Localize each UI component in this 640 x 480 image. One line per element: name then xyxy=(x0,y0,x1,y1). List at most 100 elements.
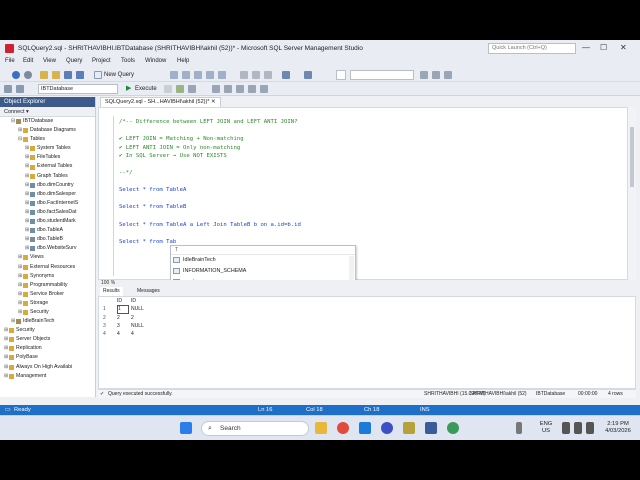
code-line[interactable] xyxy=(119,229,301,238)
maximize-button[interactable]: ☐ xyxy=(600,43,607,53)
tree-node[interactable]: ⊞ dbo.TableB xyxy=(0,235,95,244)
tree-node[interactable]: ⊞ dbo.factSalesDat xyxy=(0,208,95,217)
tree-node[interactable]: ⊞ External Tables xyxy=(0,162,95,171)
tree-node[interactable]: ⊞ dbo.dimCountry xyxy=(0,181,95,190)
execute-button[interactable]: Execute xyxy=(135,84,157,94)
tree-node[interactable]: ⊞ dbo.TableA xyxy=(0,226,95,235)
row-number[interactable]: 1 xyxy=(103,305,117,313)
menu-tools[interactable]: Tools xyxy=(121,58,135,64)
table-cell[interactable]: 1 xyxy=(117,305,129,314)
close-button[interactable]: ✕ xyxy=(620,43,627,53)
file-explorer-icon[interactable] xyxy=(315,422,327,434)
copy-icon[interactable] xyxy=(252,71,260,79)
edge-icon[interactable] xyxy=(359,422,371,434)
code-line[interactable] xyxy=(119,178,301,187)
tree-node[interactable]: ⊞ Management xyxy=(0,372,95,381)
connect-icon[interactable] xyxy=(4,85,12,93)
tree-node[interactable]: ⊞ Storage xyxy=(0,299,95,308)
intellisense-item[interactable]: IdleBrainTech xyxy=(171,255,355,266)
tree-node[interactable]: ⊟ Tables xyxy=(0,135,95,144)
code-line[interactable] xyxy=(119,212,301,221)
intellisense-item[interactable]: INFORMATION_SCHEMA xyxy=(171,266,355,277)
editor-scroll-thumb[interactable] xyxy=(630,127,634,187)
open-file-icon[interactable] xyxy=(52,71,60,79)
save-icon[interactable] xyxy=(64,71,72,79)
minimize-button[interactable]: — xyxy=(582,43,590,53)
clock[interactable]: 2:19 PM 4/03/2026 xyxy=(600,421,636,435)
tree-node[interactable]: ⊞ dbo.dimSalesper xyxy=(0,190,95,199)
paste-icon[interactable] xyxy=(264,71,272,79)
table-cell[interactable]: 4 xyxy=(131,330,145,338)
menu-view[interactable]: View xyxy=(43,58,56,64)
tree-node[interactable]: ⊞ dbo.WebsiteSurv xyxy=(0,244,95,253)
tree-node[interactable]: ⊞ Always On High Availabi xyxy=(0,363,95,372)
ssms-taskbar-icon[interactable] xyxy=(403,422,415,434)
tree-node[interactable]: ⊞ Replication xyxy=(0,344,95,353)
code-line[interactable]: ✔ In SQL Server → Use NOT EXISTS xyxy=(119,152,301,161)
chrome-icon[interactable] xyxy=(337,422,349,434)
table-row[interactable]: 3 3 NULL xyxy=(103,322,145,330)
properties-icon[interactable] xyxy=(432,71,440,79)
code-line[interactable]: /*-- Difference between LEFT JOIN and LE… xyxy=(119,118,301,127)
tree-node[interactable]: ⊞ IdleBrainTech xyxy=(0,317,95,326)
tree-node[interactable]: ⊞ Graph Tables xyxy=(0,172,95,181)
zoom-level[interactable]: 100 % xyxy=(98,280,636,287)
redo-icon[interactable] xyxy=(304,71,312,79)
outdent-icon[interactable] xyxy=(260,85,268,93)
code-line[interactable] xyxy=(119,127,301,136)
tab-sqlquery2[interactable]: SQLQuery2.sql - SH...HAVIBHI\akhil (52))… xyxy=(100,97,221,107)
change-connection-icon[interactable] xyxy=(16,85,24,93)
uncomment-icon[interactable] xyxy=(236,85,244,93)
tree-node[interactable]: ⊞ Programmability xyxy=(0,281,95,290)
code-line[interactable]: ✔ LEFT JOIN = Matching + Non-matching xyxy=(119,135,301,144)
forward-icon[interactable] xyxy=(24,71,32,79)
terminal-icon[interactable] xyxy=(425,422,437,434)
solution-platform-combo[interactable] xyxy=(350,70,414,80)
object-explorer-connect[interactable]: Connect ▾ xyxy=(0,107,95,117)
undo-icon[interactable] xyxy=(282,71,290,79)
volume-icon[interactable] xyxy=(574,422,582,434)
code-line[interactable]: Select * from TableB xyxy=(119,203,301,212)
tab-messages[interactable]: Messages xyxy=(134,287,163,296)
solution-config-combo[interactable] xyxy=(336,70,346,80)
menu-query[interactable]: Query xyxy=(66,58,82,64)
table-cell[interactable]: 2 xyxy=(117,314,131,322)
results-grid[interactable]: ID ID 1 1 NULL 2 2 2 3 3 NULL 4 4 4 xyxy=(103,297,145,338)
cut-icon[interactable] xyxy=(240,71,248,79)
tree-node[interactable]: ⊞ Security xyxy=(0,308,95,317)
tree-node[interactable]: ⊞ Security xyxy=(0,326,95,335)
chrome-profile-icon[interactable] xyxy=(447,422,459,434)
language-indicator[interactable]: ENG US xyxy=(536,421,556,435)
table-cell[interactable]: NULL xyxy=(131,322,145,330)
tree-node[interactable]: ⊞ Service Broker xyxy=(0,290,95,299)
tray-chevron-icon[interactable] xyxy=(516,422,522,434)
code-line[interactable]: --*/ xyxy=(119,169,301,178)
cancel-query-icon[interactable] xyxy=(164,85,172,93)
tree-node[interactable]: ⊞ dbo.studentMark xyxy=(0,217,95,226)
tree-node[interactable]: ⊞ dbo.FactInternetS xyxy=(0,199,95,208)
battery-icon[interactable] xyxy=(586,422,594,434)
tree-node[interactable]: ⊞ Database Diagrams xyxy=(0,126,95,135)
menu-file[interactable]: File xyxy=(5,58,15,64)
mdx-query-icon[interactable] xyxy=(194,71,202,79)
new-query-button[interactable]: New Query xyxy=(104,70,134,80)
code-line[interactable]: Select * from TableA a Left Join TableB … xyxy=(119,221,301,230)
table-row[interactable]: 444 xyxy=(103,330,145,338)
code-line[interactable]: ✔ LEFT ANTI JOIN = Only non-matching xyxy=(119,144,301,153)
column-header[interactable]: ID xyxy=(117,297,131,305)
menu-help[interactable]: Help xyxy=(177,58,189,64)
code-line[interactable]: Select * from TableA xyxy=(119,186,301,195)
editor-scrollbar[interactable] xyxy=(628,107,636,280)
back-icon[interactable] xyxy=(12,71,20,79)
table-row[interactable]: 222 xyxy=(103,314,145,322)
column-header[interactable]: ID xyxy=(131,297,145,305)
app-icon[interactable] xyxy=(381,422,393,434)
tree-node[interactable]: ⊞ Server Objects xyxy=(0,335,95,344)
save-all-icon[interactable] xyxy=(76,71,84,79)
find-icon[interactable] xyxy=(420,71,428,79)
table-cell[interactable]: 2 xyxy=(131,314,145,322)
parse-icon[interactable] xyxy=(176,85,184,93)
row-number[interactable]: 3 xyxy=(103,322,117,330)
tree-node[interactable]: ⊟ IBTDatabase xyxy=(0,117,95,126)
table-cell[interactable]: 3 xyxy=(117,322,131,330)
